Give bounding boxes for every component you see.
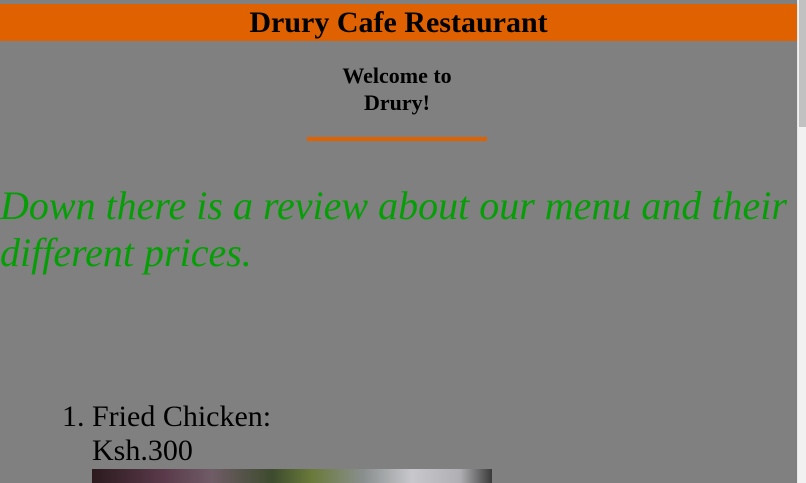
welcome-line-2: Drury! xyxy=(364,90,430,115)
site-title: Drury Cafe Restaurant xyxy=(249,6,548,39)
menu-item: 1. Fried Chicken: Ksh.300 xyxy=(0,400,271,468)
fried-chicken-image xyxy=(92,469,492,483)
menu-item-price: Ksh.300 xyxy=(92,434,193,467)
scrollbar-thumb[interactable] xyxy=(799,0,806,127)
welcome-line-1: Welcome to xyxy=(342,63,452,88)
welcome-heading: Welcome to Drury! xyxy=(307,62,487,116)
vertical-scrollbar[interactable] xyxy=(797,0,806,483)
menu-intro-text: Down there is a review about our menu an… xyxy=(0,183,787,275)
menu-item-number: 1. xyxy=(62,400,85,433)
site-header: Drury Cafe Restaurant xyxy=(0,4,797,41)
menu-item-name: Fried Chicken: xyxy=(92,400,272,433)
welcome-underline xyxy=(307,137,487,141)
menu-list: 1. Fried Chicken: Ksh.300 xyxy=(0,400,271,468)
